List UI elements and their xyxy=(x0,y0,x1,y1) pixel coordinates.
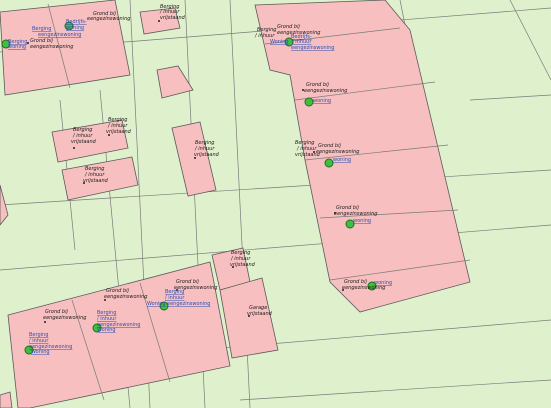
svg-text:eengezinswoning: eengezinswoning xyxy=(38,32,81,38)
lot-row-right xyxy=(254,0,471,313)
label-berging-1: Berging / inhuur vrijstaand xyxy=(159,4,186,21)
svg-text:Woning: Woning xyxy=(147,301,166,307)
svg-text:eengezinswoning: eengezinswoning xyxy=(334,211,377,217)
svg-text:vrijstaand: vrijstaand xyxy=(230,262,256,268)
svg-text:woning: woning xyxy=(374,280,392,286)
svg-text:vrijstaand: vrijstaand xyxy=(160,15,186,21)
svg-text:eengezinswoning: eengezinswoning xyxy=(87,16,130,22)
label-berging-6: Berging / inhuur vrijstaand xyxy=(230,250,256,268)
link-label-6[interactable]: woning xyxy=(333,157,351,163)
map-canvas[interactable]: Grond bij eengezinswoning Grond bij eeng… xyxy=(0,0,551,408)
svg-text:eengezinswoning: eengezinswoning xyxy=(104,294,147,300)
label-berging-7: Berging / inhuur xyxy=(254,27,276,39)
lot-bottom-left-sliver xyxy=(0,391,13,408)
link-label-5[interactable]: woning xyxy=(313,98,331,104)
svg-text:woning: woning xyxy=(353,218,371,224)
label-berging-3: Berging / inhuur vrijstaand xyxy=(106,117,132,135)
svg-text:woning: woning xyxy=(8,44,26,50)
link-label-8[interactable]: woning xyxy=(374,280,392,286)
woning-marker[interactable] xyxy=(324,158,334,168)
svg-text:eengezinswoning: eengezinswoning xyxy=(43,315,86,321)
svg-text:eengezinswoning: eengezinswoning xyxy=(167,301,210,307)
label-berging-5: Berging / inhuur vrijstaand xyxy=(194,140,220,158)
svg-text:woning: woning xyxy=(66,25,84,31)
link-label-1[interactable]: Berging woning xyxy=(8,39,27,50)
label-grond-1: Grond bij eengezinswoning xyxy=(87,11,130,22)
lot-left-sliver xyxy=(0,184,9,226)
svg-text:vrijstaand: vrijstaand xyxy=(295,152,321,158)
svg-text:eengezinswoning: eengezinswoning xyxy=(291,45,334,51)
lot-garage xyxy=(219,277,279,359)
svg-text:vrijstaand: vrijstaand xyxy=(194,152,220,158)
svg-text:Woning: Woning xyxy=(31,349,50,355)
svg-text:vrijstaand: vrijstaand xyxy=(247,311,273,317)
svg-text:Woning: Woning xyxy=(270,39,289,45)
svg-text:woning: woning xyxy=(313,98,331,104)
lot-berging-center xyxy=(171,121,217,197)
link-label-7[interactable]: woning xyxy=(353,218,371,224)
svg-text:eengezinswoning: eengezinswoning xyxy=(316,149,359,155)
svg-text:eengezinswoning: eengezinswoning xyxy=(30,44,73,50)
svg-text:woning: woning xyxy=(333,157,351,163)
svg-text:vrijstaand: vrijstaand xyxy=(106,129,132,135)
lot-small-mid xyxy=(156,65,194,99)
svg-text:vrijstaand: vrijstaand xyxy=(71,139,97,145)
svg-text:eengezinswoning: eengezinswoning xyxy=(304,88,347,94)
woning-marker[interactable] xyxy=(304,97,314,107)
link-label-2[interactable]: Bedrijfs- woning xyxy=(66,19,87,31)
svg-text:vrijstaand: vrijstaand xyxy=(83,178,109,184)
svg-text:Woning: Woning xyxy=(97,327,116,333)
